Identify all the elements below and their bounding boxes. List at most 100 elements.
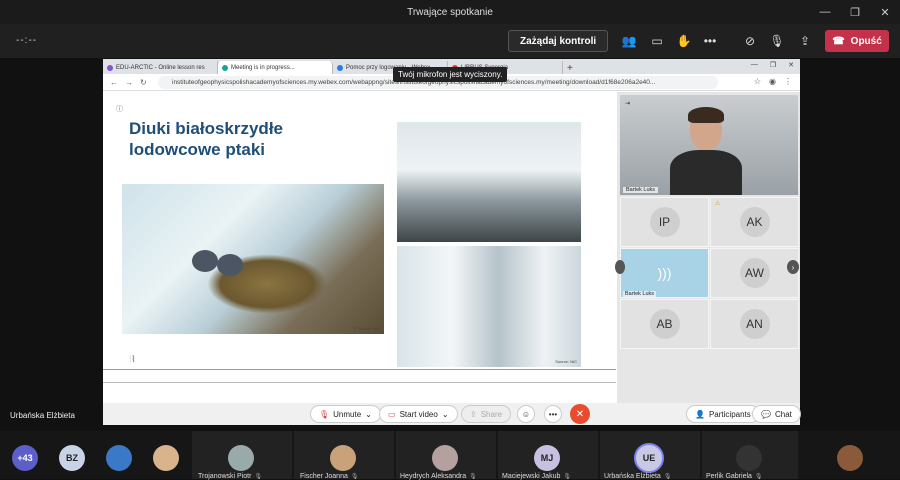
participant-avatar[interactable]	[106, 445, 132, 471]
participant-tile[interactable]: IP	[620, 197, 709, 247]
meeting-timer: --:--	[16, 35, 38, 46]
share-button[interactable]: ⇪ Share	[461, 405, 512, 423]
phone-icon: ☎	[832, 35, 845, 47]
warning-icon: ⚠	[715, 201, 721, 207]
video-off-icon: ▭	[388, 409, 396, 419]
share-icon: ⇪	[470, 409, 477, 419]
window-title: Trwające spotkanie	[407, 6, 493, 18]
star-icon[interactable]: ☆	[754, 77, 761, 86]
glacier-photo-bottom: Source: NIC	[397, 246, 581, 367]
participant-tile[interactable]: AN	[710, 299, 799, 349]
info-icon[interactable]: ⓘ	[116, 104, 123, 114]
leave-button[interactable]: ☎ Opuść	[825, 30, 889, 52]
participant-tile-presenter[interactable]: UE Urbańska Elżbieta 🎙	[600, 431, 700, 480]
restore-icon[interactable]: ❐	[770, 61, 776, 69]
chevron-down-icon: ⌄	[365, 409, 372, 419]
participant-tile[interactable]: MJ Maciejewski Jakub 🎙	[498, 431, 598, 480]
bird-shape	[217, 254, 243, 276]
participants-button[interactable]: 👤 Participants	[686, 405, 760, 423]
raise-hand-icon[interactable]: ✋	[675, 32, 693, 50]
minimize-icon[interactable]: —	[751, 61, 758, 69]
nest-photo: © Source: NIC	[122, 184, 384, 334]
participant-avatar: IP	[649, 207, 680, 237]
participant-avatar	[432, 445, 458, 471]
participant-avatar: UE	[634, 443, 664, 473]
photo-credit: © Source: NIC	[354, 326, 380, 331]
chat-icon[interactable]: ▭	[648, 32, 666, 50]
window-controls: — ❐ ✕	[810, 0, 900, 24]
chat-icon: 💬	[761, 409, 771, 419]
video-participant-name: Bartek Luks	[623, 187, 659, 193]
leave-label: Opuść	[850, 35, 882, 47]
photo-credit: Source: NIC	[555, 359, 577, 364]
end-meeting-button[interactable]: ✕	[570, 404, 590, 424]
menu-icon[interactable]: ⋮	[784, 77, 792, 86]
mic-off-icon: 🎙	[469, 474, 477, 480]
reactions-icon[interactable]: ☺	[517, 405, 535, 423]
mic-off-icon: 🎙	[663, 474, 672, 480]
presenter-name: Urbańska Elżbieta	[10, 411, 75, 420]
glacier-photo-top	[397, 122, 581, 242]
scroll-left-icon[interactable]	[615, 260, 625, 274]
profile-icon[interactable]: ◉	[769, 77, 776, 86]
person-icon: 👤	[695, 409, 705, 419]
more-participants-badge[interactable]: +43	[12, 445, 38, 471]
mic-off-icon: 🎙	[350, 474, 359, 480]
close-icon[interactable]: ✕	[788, 61, 794, 69]
back-icon[interactable]: ←	[110, 78, 118, 87]
webex-participants-panel: ⇥ Bartek Luks IP ⚠ AK ))) Bartek Luks AW …	[615, 92, 800, 403]
tab-favicon-icon	[107, 64, 113, 71]
participant-avatar[interactable]	[153, 445, 179, 471]
webex-controls-bar: 🎙 Unmute ⌄ ▭ Start video ⌄ ⇪ Share ☺ ••• ✕ 👤 P…	[103, 403, 801, 425]
camera-off-icon[interactable]: ⊘	[741, 32, 759, 50]
mic-off-icon[interactable]: 🎙	[768, 32, 786, 50]
participant-avatar: AN	[739, 309, 770, 339]
participant-avatar[interactable]	[837, 445, 863, 471]
browser-toolbar-icons: ☆ ◉ ⋮	[754, 77, 792, 86]
tab-favicon-icon	[222, 64, 228, 71]
shared-browser-window: EDU-ARCTIC - Online lesson res Meeting i…	[103, 59, 800, 403]
mic-muted-icon: 🎙	[319, 409, 330, 419]
participant-tile[interactable]: AB	[620, 299, 709, 349]
more-options-icon[interactable]: •••	[544, 405, 562, 423]
participants-icon[interactable]: 👥	[620, 32, 638, 50]
participant-name: Bartek Luks	[623, 291, 657, 297]
minimize-icon[interactable]: —	[810, 0, 840, 24]
audio-wave-icon: )))	[657, 265, 672, 281]
window-titlebar: Trwające spotkanie — ❐ ✕	[0, 0, 900, 24]
scroll-right-icon[interactable]: ›	[787, 260, 799, 274]
participant-avatar: MJ	[534, 445, 560, 471]
more-icon[interactable]: •••	[701, 32, 719, 50]
expand-icon[interactable]: ⇥	[625, 100, 630, 107]
reload-icon[interactable]: ↻	[140, 78, 147, 87]
participant-tile[interactable]: Perlik Gabriela 🎙	[702, 431, 798, 480]
participant-avatar[interactable]: BZ	[59, 445, 85, 471]
browser-tab-active[interactable]: Meeting is in progress...	[218, 61, 333, 74]
new-tab-icon[interactable]: +	[567, 63, 573, 74]
participant-tile[interactable]: Trojanowski Piotr 🎙	[192, 431, 292, 480]
share-icon[interactable]: ⇪	[796, 32, 814, 50]
mic-off-icon: 🎙	[754, 474, 763, 480]
unmute-button[interactable]: 🎙 Unmute ⌄	[310, 405, 381, 423]
participant-tile[interactable]: Heydrych Aleksandra 🎙	[396, 431, 496, 480]
participant-avatar: AB	[649, 309, 680, 339]
participant-tile-speaking[interactable]: ))) Bartek Luks	[620, 248, 709, 298]
browser-window-controls: — ❐ ✕	[751, 61, 794, 69]
restore-icon[interactable]: ❐	[840, 0, 870, 24]
start-video-button[interactable]: ▭ Start video ⌄	[379, 405, 458, 423]
chat-button[interactable]: 💬 Chat	[752, 405, 801, 423]
participant-tile[interactable]: Fischer Joanna 🎙	[294, 431, 394, 480]
browser-tab[interactable]: EDU-ARCTIC - Online lesson res	[103, 61, 218, 74]
participant-tile[interactable]: AW	[710, 248, 799, 298]
close-icon: ✕	[575, 408, 585, 420]
tab-favicon-icon	[337, 64, 343, 71]
mic-muted-tooltip: Twój mikrofon jest wyciszony.	[393, 67, 508, 82]
participant-avatar	[736, 445, 762, 471]
slide-footer-line	[103, 369, 616, 370]
request-control-button[interactable]: Zażądaj kontroli	[508, 30, 609, 52]
meeting-toolbar: --:-- Zażądaj kontroli 👥 ▭ ✋ ••• ⊘ 🎙 ⇪ ☎…	[0, 24, 900, 58]
participant-tile[interactable]: ⚠ AK	[710, 197, 799, 247]
mic-off-icon: 🎙	[563, 474, 571, 480]
forward-icon[interactable]: →	[125, 78, 133, 87]
close-icon[interactable]: ✕	[870, 0, 900, 24]
